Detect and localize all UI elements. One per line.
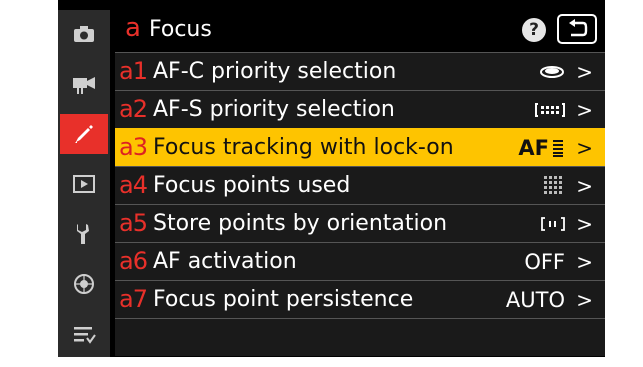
menu-item-af-activation[interactable]: a6 AF activation OFF >	[115, 242, 605, 280]
item-value-text: AF	[518, 136, 549, 160]
page-title: Focus	[149, 17, 212, 42]
menu-item-next-partial[interactable]	[115, 318, 605, 356]
menu-item-focus-persistence[interactable]: a7 Focus point persistence AUTO >	[115, 280, 605, 318]
chevron-right-icon: >	[576, 98, 593, 122]
menu-tab-sidebar	[58, 10, 110, 357]
camera-menu-screen: a Focus ? a1 AF-C priority selection > a…	[58, 0, 605, 357]
chevron-right-icon: >	[576, 288, 593, 312]
item-code: a7	[119, 285, 148, 313]
item-code: a1	[119, 57, 148, 85]
item-value	[535, 96, 565, 124]
playback-tab[interactable]	[60, 164, 108, 204]
item-value: AUTO	[505, 288, 565, 312]
item-value: AF	[518, 134, 565, 162]
wrench-icon	[77, 224, 89, 244]
custom-settings-tab[interactable]	[60, 114, 108, 154]
item-code: a4	[119, 171, 148, 199]
item-code: a2	[119, 95, 148, 123]
item-label: Focus tracking with lock-on	[153, 135, 454, 160]
my-menu-icon	[74, 327, 96, 344]
focus-priority-icon	[540, 66, 564, 78]
item-value	[541, 210, 565, 238]
back-button[interactable]	[557, 14, 597, 44]
menu-item-af-c-priority[interactable]: a1 AF-C priority selection >	[115, 52, 605, 90]
item-label: Store points by orientation	[153, 211, 448, 236]
menu-item-focus-points-used[interactable]: a4 Focus points used >	[115, 166, 605, 204]
setup-tab[interactable]	[60, 214, 108, 254]
menu-item-focus-tracking[interactable]: a3 Focus tracking with lock-on AF >	[115, 128, 605, 166]
chevron-right-icon: >	[576, 212, 593, 236]
item-value	[539, 58, 565, 86]
chevron-right-icon: >	[576, 174, 593, 198]
help-button[interactable]: ?	[522, 18, 546, 42]
menu-header: a Focus ?	[115, 10, 605, 50]
chevron-right-icon: >	[576, 60, 593, 84]
item-code: a3	[119, 133, 148, 161]
menu-item-store-points[interactable]: a5 Store points by orientation >	[115, 204, 605, 242]
item-label: Focus point persistence	[153, 287, 414, 312]
item-value: OFF	[524, 250, 565, 274]
playback-icon	[73, 175, 95, 193]
item-code: a5	[119, 209, 148, 237]
item-label: Focus points used	[153, 173, 351, 198]
network-icon	[74, 274, 94, 294]
item-label: AF-S priority selection	[153, 97, 395, 122]
menu-panel: a Focus ? a1 AF-C priority selection > a…	[115, 10, 605, 357]
movie-recording-tab[interactable]	[60, 64, 108, 104]
item-code: a6	[119, 247, 148, 275]
movie-camera-icon	[73, 77, 95, 94]
camera-icon	[74, 26, 94, 42]
pencil-icon	[75, 125, 93, 143]
section-letter: a	[125, 13, 141, 43]
tracking-bars-icon	[553, 140, 563, 157]
photo-shooting-tab[interactable]	[60, 14, 108, 54]
focus-release-icon	[535, 103, 565, 117]
chevron-right-icon: >	[576, 250, 593, 274]
chevron-right-icon: >	[576, 136, 593, 160]
item-value	[543, 172, 565, 200]
orientation-icon	[541, 217, 565, 231]
my-menu-tab[interactable]	[60, 314, 108, 354]
item-label: AF activation	[153, 249, 297, 274]
network-tab[interactable]	[60, 264, 108, 304]
return-icon	[569, 19, 588, 37]
item-label: AF-C priority selection	[153, 59, 397, 84]
menu-item-af-s-priority[interactable]: a2 AF-S priority selection >	[115, 90, 605, 128]
focus-grid-icon	[544, 176, 562, 194]
